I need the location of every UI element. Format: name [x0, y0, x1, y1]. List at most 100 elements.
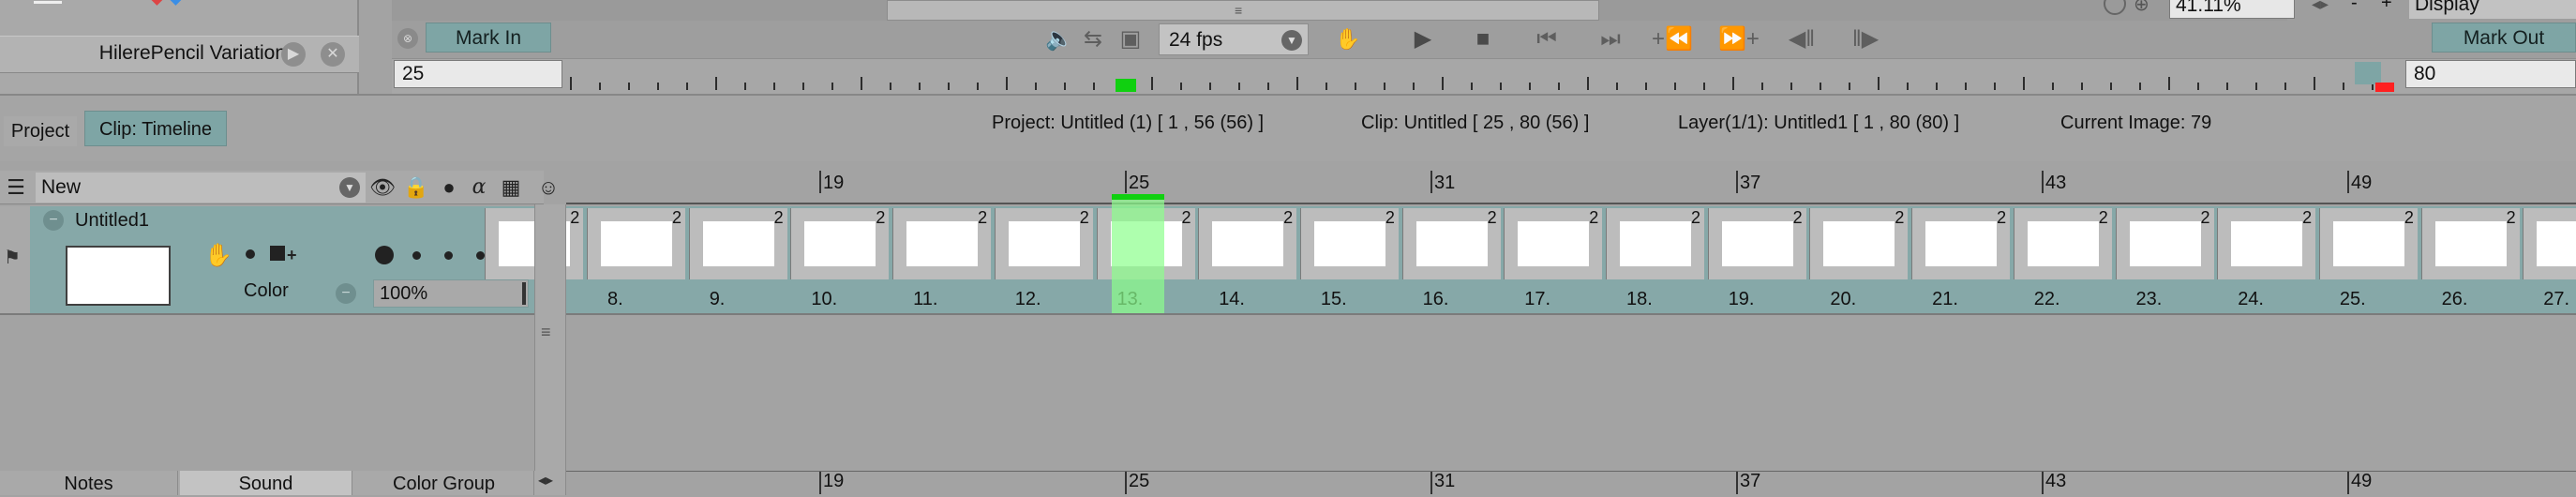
ruler-tick	[2226, 83, 2228, 90]
pencil-variation-row[interactable]: HilerePencil Variation ▶ ✕	[0, 36, 359, 73]
exposure-cell[interactable]: 2	[1198, 208, 1297, 279]
frame-number-label-tick	[819, 171, 821, 193]
new-layer-dropdown[interactable]: New ▼	[36, 173, 366, 203]
tab-color-group[interactable]: Color Group	[354, 471, 534, 495]
palette-tool-icons[interactable]	[17, 0, 184, 11]
ruler-tick	[831, 83, 833, 90]
splitter-grip-icon[interactable]: ≡	[541, 323, 551, 342]
exposure-cell[interactable]: 2	[2115, 208, 2214, 279]
go-first-icon[interactable]: ⏮	[1524, 24, 1569, 54]
eraser-icon[interactable]	[34, 0, 62, 4]
opacity-slider[interactable]: 100%	[373, 279, 529, 308]
fps-dropdown[interactable]: 24 fps ▼	[1159, 23, 1309, 55]
exposure-cell[interactable]: 2	[1401, 208, 1501, 279]
zoom-arrows-icon[interactable]: ◂▸	[2312, 0, 2329, 14]
zoom-percent-field[interactable]: 41.11%	[2169, 0, 2295, 19]
exposure-cell[interactable]: 2	[2318, 208, 2418, 279]
zoom-out-button[interactable]: -	[2351, 0, 2358, 14]
opacity-handle[interactable]	[522, 282, 526, 305]
chevron-down-icon[interactable]: ▼	[339, 177, 360, 198]
tab-project[interactable]: Project	[4, 116, 77, 146]
eye-icon[interactable]: 👁	[369, 174, 396, 201]
exposure-cell[interactable]: 2	[994, 208, 1093, 279]
playback-ruler[interactable]	[392, 58, 2576, 94]
plus-icon[interactable]: +	[287, 246, 297, 265]
zoom-in-button[interactable]: +	[2381, 0, 2392, 14]
bottom-frame-ruler[interactable]: 19 25 31 37 43 49	[566, 471, 2576, 495]
exposure-cell[interactable]: 2	[2420, 208, 2520, 279]
color-chip-red-icon[interactable]	[146, 0, 165, 6]
chevron-down-icon[interactable]: ▼	[1281, 30, 1302, 51]
exposure-cell[interactable]: 2	[1809, 208, 1909, 279]
stop-button-icon[interactable]: ■	[1464, 24, 1502, 54]
go-last-icon[interactable]: ⏭	[1588, 24, 1633, 54]
mark-out-button[interactable]: Mark Out	[2432, 23, 2576, 53]
crosshair-icon[interactable]: ⊕	[2134, 0, 2156, 15]
lightbulb-icon[interactable]: ●	[437, 174, 461, 201]
hand-scrub-icon[interactable]: ✋	[1325, 24, 1370, 54]
layer-track[interactable]: 228.29.210.211.212.213.214.215.216.217.2…	[485, 206, 2576, 313]
exposure-cell[interactable]: 2	[2013, 208, 2112, 279]
exposure-cell[interactable]: 2	[1504, 208, 1603, 279]
next-keyframe-icon[interactable]: ⏩+	[1712, 24, 1766, 54]
scroll-arrows-icon[interactable]: ◂▸	[538, 471, 553, 489]
alpha-icon[interactable]: α	[467, 174, 491, 201]
mark-in-button[interactable]: Mark In	[426, 23, 551, 53]
exposure-cell[interactable]: 2	[892, 208, 992, 279]
display-dropdown[interactable]: Display	[2409, 0, 2576, 19]
cell-exposure-count: 2	[978, 208, 988, 227]
layer-name[interactable]: Untitled1	[75, 210, 149, 232]
brush-size-2-icon[interactable]	[412, 251, 421, 260]
play-icon[interactable]: ▶	[281, 42, 306, 67]
tag-icon[interactable]: ⚑	[4, 246, 21, 269]
cell-exposure-count: 2	[1283, 208, 1294, 227]
face-icon[interactable]: ☺	[536, 174, 561, 201]
exposure-cell[interactable]: 2	[2217, 208, 2316, 279]
loop-icon[interactable]: ⇆	[1076, 24, 1110, 54]
current-frame-marker	[1116, 79, 1136, 92]
project-info: Project: Untitled (1) [ 1 , 56 (56) ]	[992, 113, 1265, 133]
exposure-cell[interactable]: 2	[1299, 208, 1399, 279]
mark-out-field[interactable]: 80	[2405, 60, 2576, 88]
exposure-cell[interactable]: 2	[1911, 208, 2011, 279]
add-cell-icon[interactable]	[270, 246, 285, 261]
exposure-cell[interactable]: 2	[1606, 208, 1704, 279]
brush-size-4-icon[interactable]	[476, 251, 485, 260]
cell-exposure-count: 2	[570, 208, 580, 227]
panel-splitter[interactable]: ≡	[534, 204, 566, 495]
collapse-layer-icon[interactable]: −	[43, 210, 64, 231]
step-back-icon[interactable]: ◀‖	[1779, 24, 1824, 54]
tab-sound[interactable]: Sound	[180, 471, 352, 495]
dot-small-icon[interactable]	[246, 249, 255, 259]
mark-in-clear-icon[interactable]: ⊗	[397, 28, 418, 49]
close-icon[interactable]: ✕	[321, 42, 345, 67]
tab-notes[interactable]: Notes	[0, 471, 178, 495]
brush-size-large-icon[interactable]	[375, 246, 394, 264]
layer-thumbnail[interactable]	[66, 246, 171, 306]
mark-in-field[interactable]: 25	[394, 60, 562, 88]
step-forward-icon[interactable]: ‖▶	[1843, 24, 1888, 54]
color-remove-icon[interactable]: −	[336, 283, 356, 304]
exposure-cell[interactable]: 2	[587, 208, 685, 279]
exposure-cell[interactable]: 2	[790, 208, 890, 279]
speaker-icon[interactable]: 🔈	[1042, 24, 1076, 54]
lock-icon[interactable]: 🔒	[403, 174, 428, 201]
exposure-cell[interactable]: 2	[688, 208, 787, 279]
prev-keyframe-icon[interactable]: +⏪	[1646, 24, 1699, 54]
cell-drawing	[601, 221, 672, 266]
scrollbar-thumb[interactable]: ≡	[887, 0, 1599, 21]
layers-stack-icon[interactable]: ☰	[4, 174, 28, 201]
frame-label: 17.	[1524, 289, 1551, 309]
selection-box-icon[interactable]: ▦	[499, 174, 523, 201]
exposure-cell[interactable]: 2	[1707, 208, 1806, 279]
frame-fit-icon[interactable]: ▣	[1114, 24, 1147, 54]
play-button-icon[interactable]: ▶	[1404, 24, 1442, 54]
hand-icon[interactable]: ✋	[204, 242, 232, 269]
frame-number-header[interactable]: 19 25 31 37 43 49	[566, 171, 2576, 204]
exposure-cell[interactable]: 2	[2523, 208, 2576, 279]
ruler-tick	[2197, 83, 2199, 90]
pencil-variation-name: HilerePencil Variation	[98, 42, 286, 64]
ruler-tick	[2314, 77, 2315, 90]
brush-size-3-icon[interactable]	[444, 251, 453, 260]
tab-clip-timeline[interactable]: Clip: Timeline	[84, 111, 227, 146]
